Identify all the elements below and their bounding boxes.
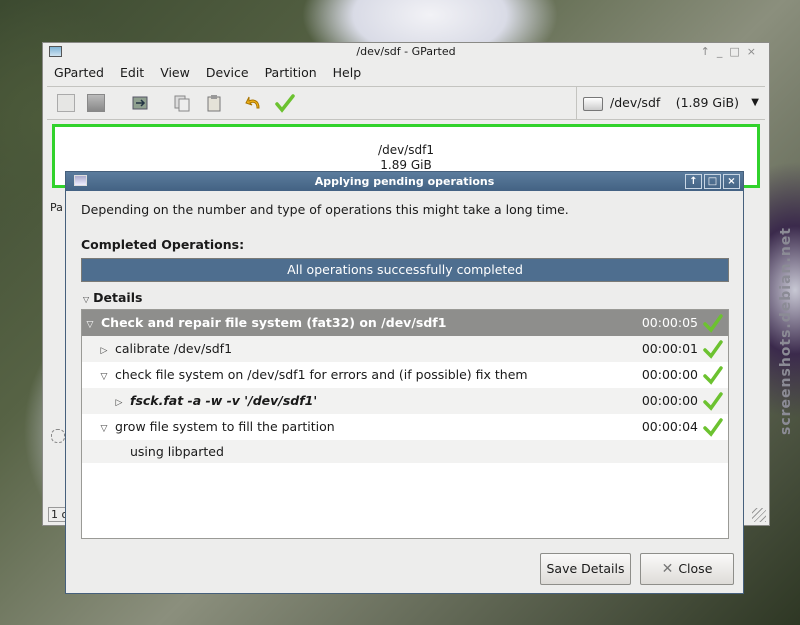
menu-device[interactable]: Device <box>206 65 249 80</box>
operation-row[interactable]: ▽ grow file system to fill the partition … <box>82 414 728 440</box>
operation-label: check file system on /dev/sdf1 for error… <box>115 367 528 382</box>
menu-partition[interactable]: Partition <box>265 65 317 80</box>
dialog-keep-above-button[interactable]: ↑ <box>685 174 702 189</box>
completed-operations-label: Completed Operations: <box>81 237 245 252</box>
progress-bar: All operations successfully completed <box>81 258 729 282</box>
menu-gparted[interactable]: GParted <box>54 65 104 80</box>
operation-row[interactable]: using libparted <box>82 440 728 463</box>
new-partition-icon[interactable] <box>57 94 75 112</box>
app-icon <box>49 46 62 57</box>
dialog-maximize-button[interactable]: □ <box>704 174 721 189</box>
operation-row[interactable]: ▽ check file system on /dev/sdf1 for erro… <box>82 362 728 388</box>
device-size: (1.89 GiB) <box>675 95 739 110</box>
save-details-button[interactable]: Save Details <box>540 553 631 585</box>
menu-help[interactable]: Help <box>333 65 362 80</box>
close-x-icon: ✕ <box>661 561 674 577</box>
toolbar: /dev/sdf (1.89 GiB) ▼ <box>47 86 765 120</box>
success-check-icon <box>703 392 723 411</box>
operation-row[interactable]: ▷ calibrate /dev/sdf1 00:00:01 <box>82 336 728 362</box>
apply-operations-dialog: Applying pending operations ↑ □ × Depend… <box>65 171 744 594</box>
harddisk-icon <box>583 96 603 111</box>
keep-above-button[interactable]: ↑ <box>701 45 717 58</box>
device-selector[interactable]: /dev/sdf (1.89 GiB) ▼ <box>576 87 765 119</box>
copy-icon[interactable] <box>173 94 191 112</box>
expand-arrow-icon[interactable]: ▷ <box>113 390 125 416</box>
dropdown-arrow-icon[interactable]: ▼ <box>751 87 759 119</box>
dialog-title: Applying pending operations <box>314 175 495 188</box>
close-button[interactable]: ✕ Close <box>640 553 734 585</box>
success-check-icon <box>703 418 723 437</box>
dialog-close-button[interactable]: × <box>723 174 740 189</box>
menu-edit[interactable]: Edit <box>120 65 144 80</box>
success-check-icon <box>703 314 723 333</box>
success-check-icon <box>703 366 723 385</box>
operation-command: fsck.fat -a -w -v '/dev/sdf1' <box>130 393 318 408</box>
details-expander[interactable]: ▽ Details <box>83 290 142 305</box>
dialog-description: Depending on the number and type of oper… <box>81 202 569 217</box>
progress-status-text: All operations successfully completed <box>287 262 523 277</box>
success-check-icon <box>703 340 723 359</box>
operations-tree[interactable]: ▽ Check and repair file system (fat32) on… <box>81 309 729 539</box>
apply-icon[interactable] <box>275 94 295 113</box>
minimize-button[interactable]: _ <box>717 45 730 58</box>
main-titlebar: /dev/sdf - GParted ↑_□× <box>43 43 769 61</box>
resize-move-icon[interactable] <box>131 94 149 112</box>
operation-label: calibrate /dev/sdf1 <box>115 341 233 356</box>
dialog-app-icon <box>74 175 87 186</box>
close-label: Close <box>678 561 713 576</box>
delete-partition-icon[interactable] <box>87 94 105 112</box>
menubar: GParted Edit View Device Partition Help <box>43 62 769 84</box>
operation-time: 00:00:04 <box>641 419 698 434</box>
operation-time: 00:00:05 <box>641 315 698 330</box>
operation-label: grow file system to fill the partition <box>115 419 335 434</box>
details-label: Details <box>93 290 143 305</box>
watermark: screenshots.debian.net <box>778 227 794 435</box>
expander-arrow-icon: ▽ <box>83 295 90 304</box>
close-window-button[interactable]: × <box>747 45 763 58</box>
menu-view[interactable]: View <box>160 65 190 80</box>
maximize-button[interactable]: □ <box>729 45 746 58</box>
operation-label: Check and repair file system (fat32) on … <box>101 315 447 330</box>
operation-time: 00:00:00 <box>641 393 698 408</box>
paste-icon[interactable] <box>205 94 223 112</box>
operation-row[interactable]: ▷ fsck.fat -a -w -v '/dev/sdf1' 00:00:00 <box>82 388 728 414</box>
collapse-arrow-icon[interactable]: ▽ <box>98 416 110 442</box>
dialog-titlebar: Applying pending operations ↑ □ × <box>66 172 743 191</box>
undo-icon[interactable] <box>245 94 263 112</box>
window-controls[interactable]: ↑_□× <box>701 43 763 61</box>
pending-operations-icon <box>51 429 65 443</box>
operation-time: 00:00:00 <box>641 367 698 382</box>
operation-label: using libparted <box>130 444 224 459</box>
main-window-title: /dev/sdf - GParted <box>356 45 456 58</box>
partition-list-header-fragment: Pa <box>50 201 63 214</box>
collapse-arrow-icon[interactable]: ▽ <box>98 364 110 390</box>
expand-arrow-icon[interactable]: ▷ <box>98 338 110 364</box>
collapse-arrow-icon[interactable]: ▽ <box>84 312 96 338</box>
partition-name: /dev/sdf1 <box>378 143 434 157</box>
operation-time: 00:00:01 <box>641 341 698 356</box>
operation-row[interactable]: ▽ Check and repair file system (fat32) on… <box>82 310 728 336</box>
resize-grip-icon[interactable] <box>752 508 766 522</box>
device-name: /dev/sdf <box>609 95 661 110</box>
save-details-label: Save Details <box>546 561 625 576</box>
